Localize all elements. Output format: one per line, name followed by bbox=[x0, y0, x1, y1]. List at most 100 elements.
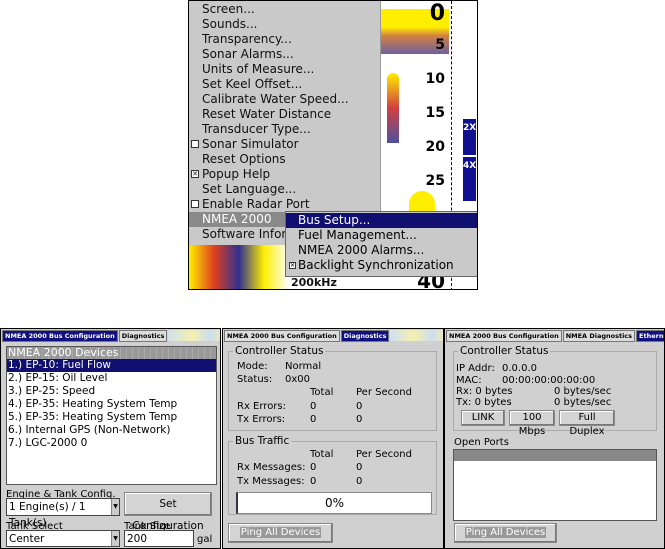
zoom-tab-4x[interactable]: 4X bbox=[463, 157, 476, 201]
device-row[interactable]: 1.) EP-10: Fuel Flow bbox=[7, 359, 216, 372]
tab-ethernet-diagnostics[interactable]: Ethernet Diagnostics bbox=[636, 330, 664, 342]
bus-load-bar: 0% bbox=[236, 492, 432, 514]
menu-item-transducer[interactable]: Transducer Type... bbox=[189, 122, 381, 137]
sonar-bottom-left bbox=[189, 245, 289, 289]
zoom-tab-2x[interactable]: 2X bbox=[463, 119, 476, 155]
menu-item-transparency[interactable]: Transparency... bbox=[189, 32, 381, 47]
map-tab[interactable] bbox=[168, 330, 220, 341]
ip-label: IP Addr: bbox=[456, 363, 495, 374]
tab-bus-configuration[interactable]: NMEA 2000 Bus Configuration bbox=[446, 330, 562, 342]
tab-bus-configuration[interactable]: NMEA 2000 Bus Configuration bbox=[224, 330, 340, 342]
tx-errors-total: 0 bbox=[310, 414, 317, 425]
menu-item-sonar-alarms[interactable]: Sonar Alarms... bbox=[189, 47, 381, 62]
menu-item-popup-help[interactable]: ✕ Popup Help bbox=[189, 167, 381, 182]
submenu-bus-setup[interactable]: Bus Setup... bbox=[286, 213, 477, 228]
rx-messages-total: 0 bbox=[310, 462, 317, 473]
tab-bar: NMEA 2000 Bus Configuration NMEA Diagnos… bbox=[446, 330, 664, 342]
map-tab[interactable] bbox=[390, 330, 443, 341]
tab-nmea-diagnostics[interactable]: NMEA Diagnostics bbox=[562, 330, 636, 342]
submenu-label: Backlight Synchronization bbox=[298, 258, 454, 272]
device-row[interactable]: 3.) EP-25: Speed bbox=[7, 385, 216, 398]
tab-diagnostics[interactable]: Diagnostics bbox=[118, 330, 168, 342]
device-row[interactable]: 2.) EP-15: Oil Level bbox=[7, 372, 216, 385]
checkbox-unchecked-icon[interactable] bbox=[191, 200, 199, 208]
ping-all-devices-button[interactable]: Ping All Devices bbox=[228, 523, 333, 543]
menu-item-label: Reset Options bbox=[202, 152, 286, 166]
tab-diagnostics[interactable]: Diagnostics bbox=[340, 330, 390, 342]
tx-messages-total: 0 bbox=[310, 476, 317, 487]
rx-errors-per-second: 0 bbox=[356, 401, 363, 412]
button-label: Ping All Devices bbox=[239, 527, 322, 538]
col-total: Total bbox=[310, 387, 334, 398]
menu-item-label: Popup Help bbox=[202, 167, 271, 181]
speed-indicator: 100 Mbps bbox=[509, 410, 555, 437]
rx-bytes: Rx: 0 bytes bbox=[456, 386, 513, 397]
button-label: Ping All Devices bbox=[464, 527, 547, 538]
status-label: Status: bbox=[237, 374, 273, 385]
set-configuration-button[interactable]: Set Configuration bbox=[124, 492, 212, 532]
submenu-backlight-sync[interactable]: ✕ Backlight Synchronization bbox=[286, 258, 477, 273]
menu-item-reset-distance[interactable]: Reset Water Distance bbox=[189, 107, 381, 122]
ping-all-devices-button[interactable]: Ping All Devices bbox=[454, 523, 557, 543]
device-list[interactable]: NMEA 2000 Devices 1.) EP-10: Fuel Flow 2… bbox=[6, 346, 217, 485]
menu-item-label: Sonar Simulator bbox=[202, 137, 299, 151]
device-row[interactable]: 4.) EP-35: Heating System Temp bbox=[7, 398, 216, 411]
menu-item-radar-port[interactable]: Enable Radar Port bbox=[189, 197, 381, 212]
dropdown-arrow-icon[interactable]: ▼ bbox=[111, 499, 119, 515]
engine-tank-select[interactable]: 1 Engine(s) / 1 Tank(s) ▼ bbox=[6, 498, 120, 529]
tank-select-value: Center bbox=[9, 533, 45, 545]
status-value: 0x00 bbox=[285, 374, 311, 385]
tx-bytes: Tx: 0 bytes bbox=[456, 397, 512, 408]
checkbox-checked-icon[interactable]: ✕ bbox=[289, 262, 296, 269]
group-title: Controller Status bbox=[233, 345, 326, 357]
tx-rate: 0 bytes/sec bbox=[554, 397, 612, 408]
tank-select-dropdown[interactable]: Center ▼ bbox=[6, 530, 120, 547]
menu-item-label: Enable Radar Port bbox=[202, 197, 310, 211]
device-list-header: NMEA 2000 Devices bbox=[7, 347, 216, 359]
depth-label: 0 bbox=[429, 1, 445, 26]
menu-item-label: Units of Measure... bbox=[202, 62, 315, 76]
tx-errors-per-second: 0 bbox=[356, 414, 363, 425]
rx-messages-per-second: 0 bbox=[356, 462, 363, 473]
menu-item-screen[interactable]: Screen... bbox=[189, 2, 381, 17]
tank-size-input[interactable]: 200 bbox=[124, 530, 194, 547]
device-row[interactable]: 7.) LGC-2000 0 bbox=[7, 437, 216, 450]
depth-label: 20 bbox=[425, 139, 445, 155]
checkbox-checked-icon[interactable]: ✕ bbox=[191, 170, 199, 178]
col-per-second: Per Second bbox=[356, 449, 412, 460]
submenu-nmea-alarms[interactable]: NMEA 2000 Alarms... bbox=[286, 243, 477, 258]
open-ports-header bbox=[454, 450, 656, 461]
menu-item-units[interactable]: Units of Measure... bbox=[189, 62, 381, 77]
group-title: Bus Traffic bbox=[233, 435, 292, 447]
device-row[interactable]: 6.) Internal GPS (Non-Network) bbox=[7, 424, 216, 437]
dropdown-arrow-icon[interactable]: ▼ bbox=[111, 531, 119, 546]
rx-messages-label: Rx Messages: bbox=[237, 462, 306, 473]
checkbox-unchecked-icon[interactable] bbox=[191, 140, 199, 148]
diagnostics-panel: NMEA 2000 Bus Configuration Diagnostics … bbox=[222, 328, 444, 549]
open-ports-list[interactable] bbox=[453, 449, 657, 521]
menu-item-keel-offset[interactable]: Set Keel Offset... bbox=[189, 77, 381, 92]
setup-menu: Screen... Sounds... Transparency... Sona… bbox=[189, 1, 381, 245]
menu-item-language[interactable]: Set Language... bbox=[189, 182, 381, 197]
submenu-label: NMEA 2000 Alarms... bbox=[298, 243, 425, 257]
submenu-label: Fuel Management... bbox=[298, 228, 417, 242]
menu-item-label: NMEA 2000 bbox=[202, 212, 272, 226]
menu-item-sonar-simulator[interactable]: Sonar Simulator bbox=[189, 137, 381, 152]
menu-item-sounds[interactable]: Sounds... bbox=[189, 17, 381, 32]
sonar-fish-arch bbox=[387, 73, 399, 143]
device-row[interactable]: 5.) EP-35: Heating System Temp bbox=[7, 411, 216, 424]
group-title: Controller Status bbox=[458, 345, 551, 357]
menu-item-calibrate-speed[interactable]: Calibrate Water Speed... bbox=[189, 92, 381, 107]
tx-messages-label: Tx Messages: bbox=[237, 476, 305, 487]
menu-item-label: Set Keel Offset... bbox=[202, 77, 303, 91]
tx-errors-label: Tx Errors: bbox=[237, 414, 286, 425]
menu-item-reset-options[interactable]: Reset Options bbox=[189, 152, 381, 167]
frequency-label: 200kHz bbox=[291, 276, 337, 289]
menu-item-label: Sonar Alarms... bbox=[202, 47, 294, 61]
duplex-indicator: Full Duplex bbox=[559, 410, 615, 437]
tab-bus-configuration[interactable]: NMEA 2000 Bus Configuration bbox=[2, 330, 118, 342]
submenu-fuel-management[interactable]: Fuel Management... bbox=[286, 228, 477, 243]
ethernet-diagnostics-panel: NMEA 2000 Bus Configuration NMEA Diagnos… bbox=[444, 328, 665, 549]
mac-value: 00:00:00:00:00:00 bbox=[502, 375, 596, 386]
bus-configuration-panel: NMEA 2000 Bus Configuration Diagnostics … bbox=[0, 328, 221, 549]
